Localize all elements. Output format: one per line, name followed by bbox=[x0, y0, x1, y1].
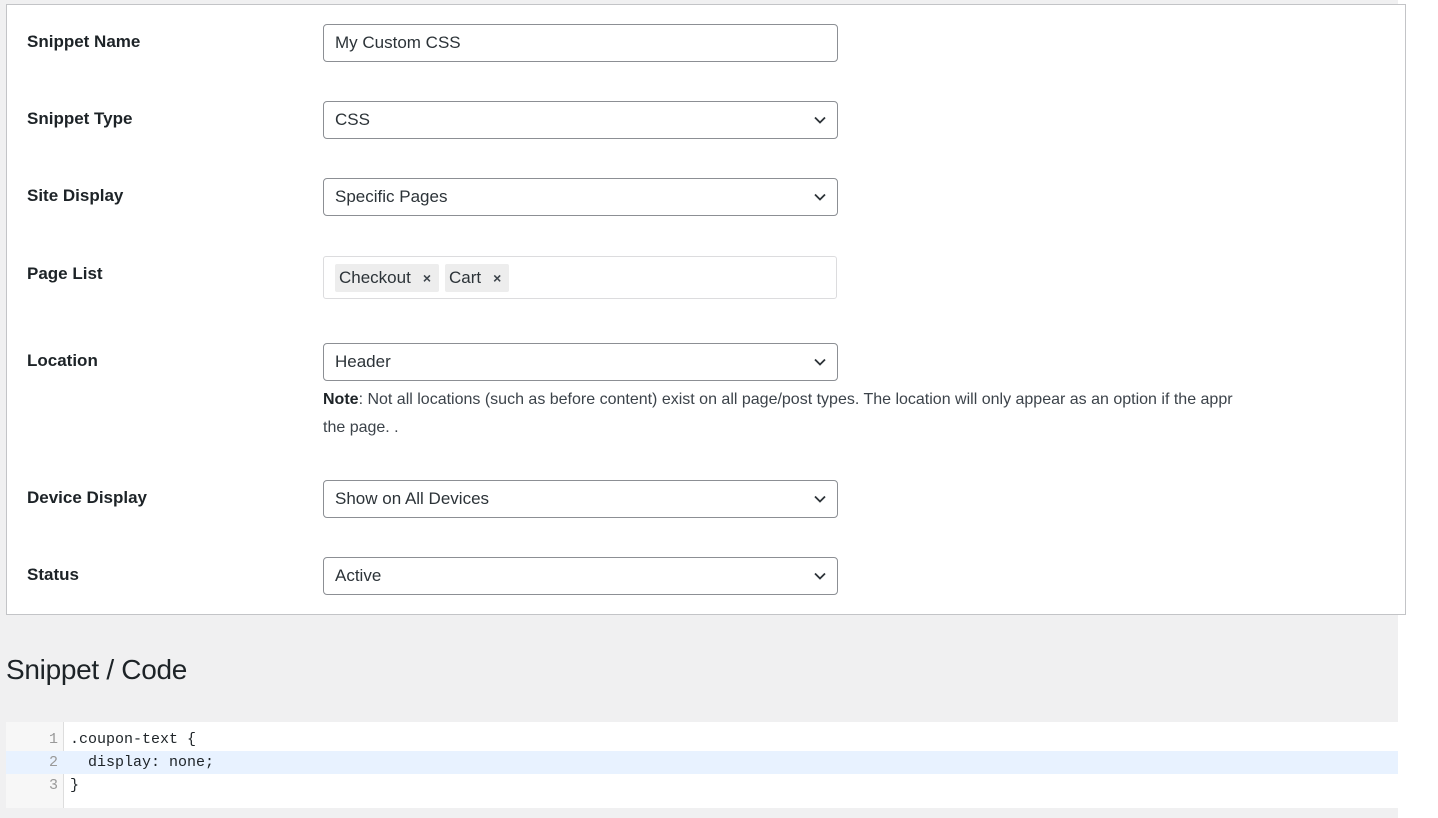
line-number: 2 bbox=[48, 754, 58, 771]
code-text[interactable]: .coupon-text { bbox=[70, 728, 196, 751]
chevron-down-icon bbox=[814, 572, 826, 580]
device-display-select[interactable]: Show on All Devices bbox=[323, 480, 838, 518]
code-text[interactable]: display: none; bbox=[70, 751, 214, 774]
page-tag-checkout: Checkout × bbox=[335, 263, 440, 292]
snippet-settings-panel bbox=[6, 4, 1406, 615]
chevron-down-icon bbox=[814, 193, 826, 201]
note-text: : Not all locations (such as before cont… bbox=[358, 391, 1233, 408]
site-display-value: Specific Pages bbox=[335, 187, 448, 206]
device-display-value: Show on All Devices bbox=[335, 489, 490, 508]
snippet-type-value: CSS bbox=[335, 110, 370, 129]
line-number: 1 bbox=[48, 731, 58, 748]
snippet-type-label: Snippet Type bbox=[27, 109, 133, 128]
snippet-type-select[interactable]: CSS bbox=[323, 101, 838, 139]
code-line[interactable]: 3 } bbox=[6, 774, 1398, 797]
location-value: Header bbox=[335, 352, 391, 371]
status-value: Active bbox=[335, 566, 382, 585]
device-display-label: Device Display bbox=[27, 488, 148, 507]
page-list-label: Page List bbox=[27, 264, 103, 283]
site-display-select[interactable]: Specific Pages bbox=[323, 178, 838, 216]
page-tag-label: Checkout bbox=[339, 267, 411, 287]
chevron-down-icon bbox=[814, 358, 826, 366]
status-select[interactable]: Active bbox=[323, 557, 838, 595]
code-line[interactable]: 1 .coupon-text { bbox=[6, 728, 1398, 751]
location-note: Note: Not all locations (such as before … bbox=[323, 386, 1403, 442]
code-line-active[interactable]: 2 display: none; bbox=[6, 751, 1398, 774]
code-editor[interactable]: 1 .coupon-text { 2 display: none; 3 } bbox=[6, 722, 1398, 808]
status-label: Status bbox=[27, 565, 79, 584]
location-label: Location bbox=[27, 351, 98, 370]
location-select[interactable]: Header bbox=[323, 343, 838, 381]
snippet-name-label: Snippet Name bbox=[27, 32, 141, 51]
page-list-multiselect[interactable]: Checkout × Cart × bbox=[323, 256, 837, 299]
snippet-name-input[interactable] bbox=[335, 33, 837, 53]
close-icon[interactable]: × bbox=[493, 270, 501, 286]
page-tag-cart: Cart × bbox=[445, 263, 510, 292]
code-text[interactable]: } bbox=[70, 774, 79, 797]
note-text-line2: the page. . bbox=[323, 419, 399, 436]
line-number: 3 bbox=[48, 777, 58, 794]
code-section-heading: Snippet / Code bbox=[6, 654, 188, 685]
chevron-down-icon bbox=[814, 495, 826, 503]
note-prefix: Note bbox=[323, 391, 359, 408]
close-icon[interactable]: × bbox=[423, 270, 431, 286]
chevron-down-icon bbox=[814, 116, 826, 124]
site-display-label: Site Display bbox=[27, 186, 124, 205]
page-tag-label: Cart bbox=[449, 267, 482, 287]
snippet-name-field[interactable] bbox=[323, 24, 838, 62]
